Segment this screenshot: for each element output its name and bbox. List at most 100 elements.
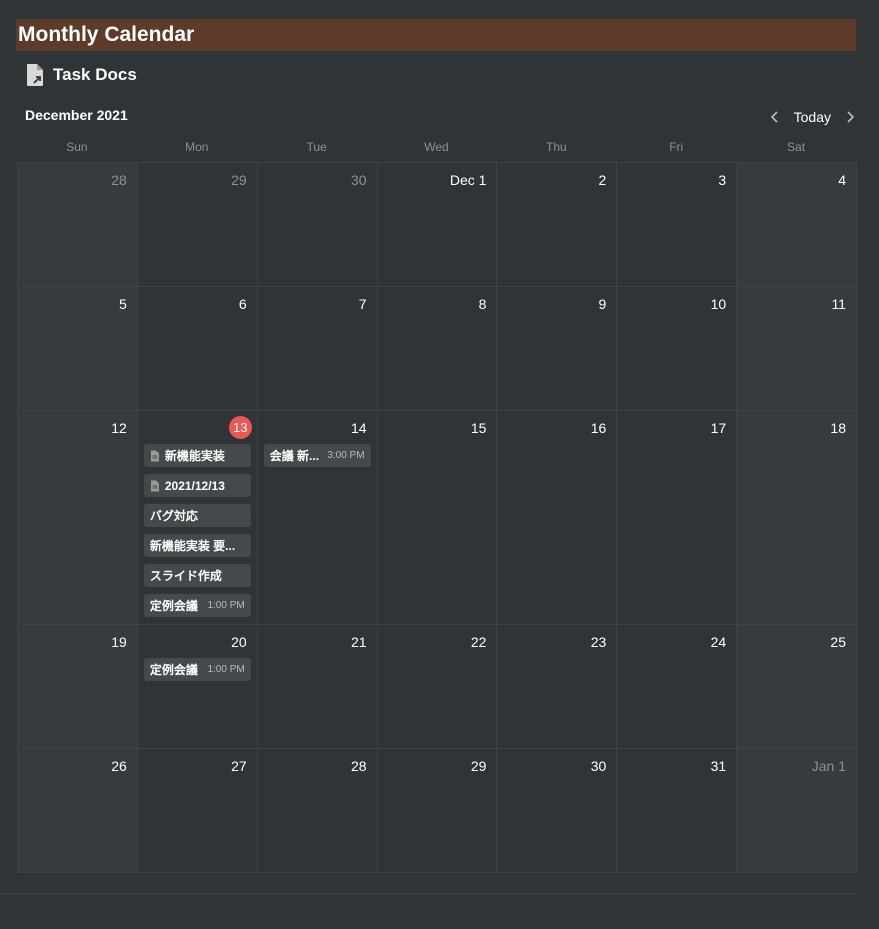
day-cell[interactable]: 23 (497, 625, 618, 749)
day-cell[interactable]: 16 (497, 411, 618, 625)
day-cell[interactable]: 2 (497, 163, 618, 287)
weekday-label: Sat (787, 140, 806, 154)
day-number: 6 (238, 296, 247, 312)
day-number: 29 (231, 172, 247, 188)
day-number: 23 (590, 634, 607, 650)
day-number: 27 (231, 758, 247, 774)
day-cell[interactable]: 26 (18, 749, 138, 873)
calendar-week: 5 6 7 8 9 10 11 (18, 287, 857, 411)
calendar-grid: 28 29 30 Dec 1 2 3 4 5 6 7 8 9 10 11 12 13 新機能実装 2021/12/… (17, 162, 857, 873)
day-number: 7 (358, 296, 367, 312)
event-card[interactable]: 新機能実装 (143, 444, 251, 467)
day-cell[interactable]: 15 (377, 411, 498, 625)
day-number: 9 (598, 296, 607, 312)
event-card[interactable]: 定例会議 1:00 PM (143, 658, 251, 681)
day-number: 14 (350, 420, 367, 436)
page-title-bar: Monthly Calendar (16, 19, 856, 51)
today-date-badge: 13 (228, 416, 252, 439)
weekday-label: Wed (424, 140, 449, 154)
page-title: Monthly Calendar (18, 23, 195, 46)
event-title: スライド作成 (149, 569, 222, 583)
event-card[interactable]: 会議 新... 3:00 PM (263, 444, 371, 467)
event-title: 会議 新... (269, 449, 320, 463)
event-list: 定例会議 1:00 PM (143, 658, 251, 681)
day-cell[interactable]: 12 (18, 411, 138, 625)
day-cell[interactable]: 4 (737, 163, 857, 287)
chevron-right-icon[interactable] (843, 110, 857, 124)
day-cell[interactable]: 28 (257, 749, 378, 873)
chevron-left-icon[interactable] (768, 110, 782, 124)
day-number: 19 (111, 634, 127, 650)
today-button[interactable]: Today (794, 109, 831, 125)
day-cell[interactable]: 19 (18, 625, 138, 749)
day-number: Dec 1 (449, 172, 487, 188)
event-card[interactable]: バグ対応 (143, 504, 251, 527)
day-cell[interactable]: 21 (257, 625, 378, 749)
day-cell[interactable]: 18 (737, 411, 857, 625)
day-number: 20 (231, 634, 247, 650)
day-number: 28 (350, 758, 367, 774)
event-card[interactable]: スライド作成 (143, 564, 251, 587)
day-cell[interactable]: 17 (617, 411, 738, 625)
database-name: Task Docs (53, 65, 137, 84)
day-cell[interactable]: 27 (137, 749, 258, 873)
day-cell[interactable]: 9 (497, 287, 618, 411)
day-cell[interactable]: 20 定例会議 1:00 PM (137, 625, 258, 749)
day-number: 29 (470, 758, 487, 774)
day-cell[interactable]: 31 (617, 749, 738, 873)
event-title: 新機能実装 要... (149, 539, 236, 553)
day-number: 12 (111, 420, 127, 436)
day-cell[interactable]: 29 (137, 163, 258, 287)
day-number: 22 (470, 634, 487, 650)
day-number: 15 (470, 420, 487, 436)
day-cell[interactable]: 25 (737, 625, 857, 749)
event-time: 3:00 PM (327, 450, 365, 461)
day-cell[interactable]: 29 (377, 749, 498, 873)
weekday-label: Thu (546, 140, 567, 154)
day-cell[interactable]: 30 (257, 163, 378, 287)
day-cell[interactable]: 11 (737, 287, 857, 411)
day-cell[interactable]: 3 (617, 163, 738, 287)
calendar-nav: Today (768, 105, 857, 129)
day-cell[interactable]: 6 (137, 287, 258, 411)
database-title[interactable]: Task Docs (25, 62, 137, 88)
day-cell[interactable]: 5 (18, 287, 138, 411)
day-cell[interactable]: 8 (377, 287, 498, 411)
day-number: 16 (590, 420, 607, 436)
day-number: 5 (119, 296, 127, 312)
event-title: 2021/12/13 (164, 478, 225, 493)
event-title: 定例会議 (149, 663, 198, 677)
divider (0, 893, 856, 894)
day-number: 25 (830, 634, 846, 650)
day-cell[interactable]: 22 (377, 625, 498, 749)
event-list: 新機能実装 2021/12/13 バグ対応新機能実装 要... スライド作成定例会議 1… (143, 444, 251, 617)
event-card[interactable]: 新機能実装 要... (143, 534, 251, 557)
day-cell[interactable]: 28 (18, 163, 138, 287)
event-time: 1:00 PM (207, 600, 245, 611)
event-time: 1:00 PM (207, 664, 245, 675)
calendar-week: 19 20 定例会議 1:00 PM 21 22 23 24 25 (18, 625, 857, 749)
day-cell[interactable]: 10 (617, 287, 738, 411)
weekday-label: Tue (306, 140, 327, 154)
day-number: 24 (710, 634, 727, 650)
day-number: 21 (350, 634, 367, 650)
event-card[interactable]: 定例会議 1:00 PM (143, 594, 251, 617)
day-number: 31 (710, 758, 727, 774)
day-cell[interactable]: Dec 1 (377, 163, 498, 287)
weekday-label: Fri (669, 140, 684, 154)
day-cell[interactable]: 24 (617, 625, 738, 749)
day-cell[interactable]: 13 新機能実装 2021/12/13 バグ対応 新機能実装 要... スライド作成 定例会… (137, 411, 258, 625)
day-cell[interactable]: Jan 1 (737, 749, 857, 873)
weekday-label: Mon (185, 140, 209, 154)
day-number: 18 (830, 420, 846, 436)
page-icon (150, 450, 159, 461)
event-card[interactable]: 2021/12/13 (143, 474, 251, 497)
event-list: 会議 新... 3:00 PM (263, 444, 371, 467)
day-cell[interactable]: 7 (257, 287, 378, 411)
day-number: 30 (350, 172, 367, 188)
day-cell[interactable]: 30 (497, 749, 618, 873)
event-title: 新機能実装 (164, 449, 225, 463)
day-number: 8 (478, 296, 487, 312)
day-number: 2 (598, 172, 607, 188)
day-cell[interactable]: 14 会議 新... 3:00 PM (257, 411, 378, 625)
